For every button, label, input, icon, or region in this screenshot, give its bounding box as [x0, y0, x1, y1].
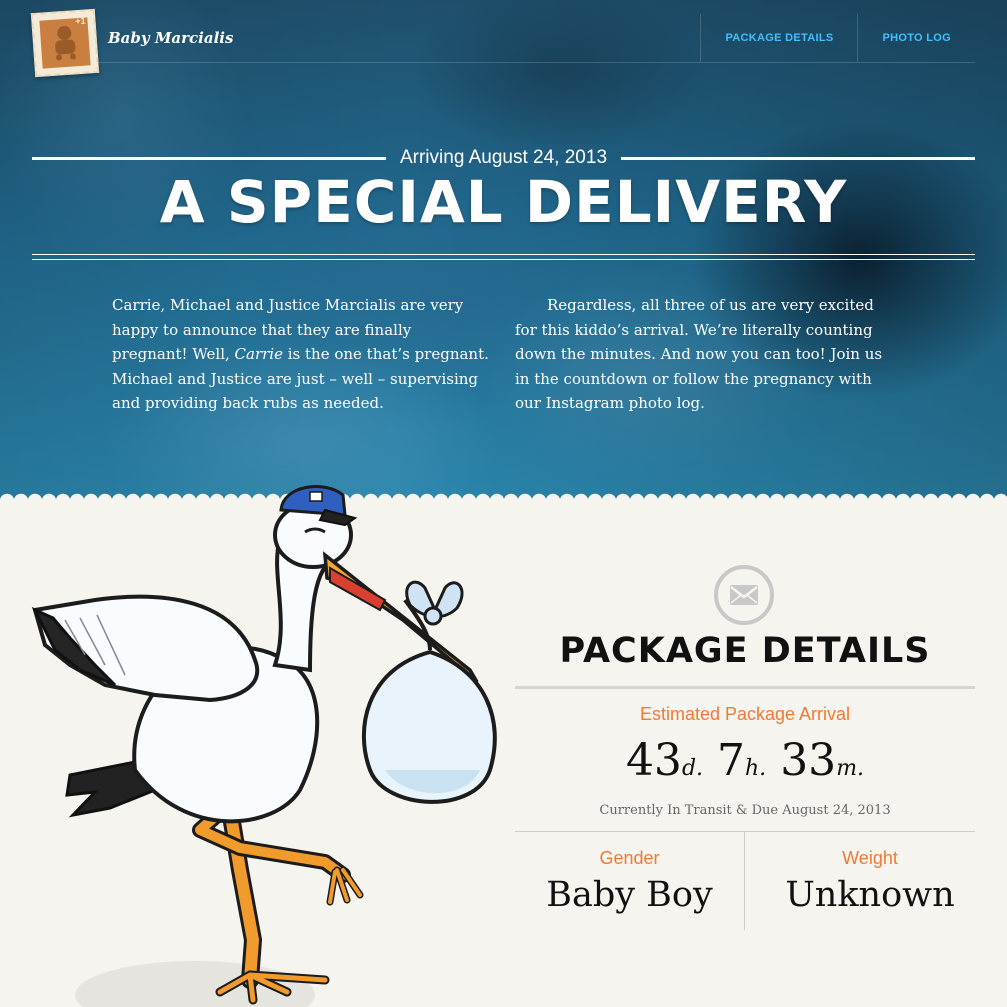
stork-illustration: [31, 485, 497, 1007]
page-title: A SPECIAL DELIVERY: [159, 168, 848, 236]
topbar-divider: [96, 62, 975, 63]
estimated-arrival-label: Estimated Package Arrival: [639, 704, 851, 724]
countdown-hours-unit: h.: [745, 756, 767, 781]
countdown-hours: 7: [717, 735, 746, 786]
brand-name[interactable]: Baby Marcialis: [108, 29, 233, 47]
gender-value: Baby Boy: [546, 875, 713, 915]
countdown-days-unit: d.: [681, 756, 704, 781]
envelope-icon: [714, 565, 774, 625]
weight-label: Weight: [842, 848, 898, 868]
stamp-badge: +1: [74, 15, 86, 27]
nav-photo-log[interactable]: PHOTO LOG: [857, 14, 975, 62]
weight-value: Unknown: [785, 875, 955, 915]
hero-section: [0, 0, 1007, 500]
intro-paragraph-2: Regardless, all three of us are very exc…: [515, 296, 883, 412]
baby-stamp-icon[interactable]: +1: [30, 8, 100, 78]
main-nav: PACKAGE DETAILS PHOTO LOG: [700, 14, 975, 62]
due-status-text: Currently In Transit & Due August 24, 20…: [599, 803, 891, 818]
details-divider: [515, 831, 975, 832]
countdown-minutes: 33: [780, 735, 837, 786]
countdown-minutes-unit: m.: [836, 756, 865, 781]
package-details-title: PACKAGE DETAILS: [559, 631, 931, 671]
countdown-days: 43: [625, 735, 682, 786]
arriving-rule-right: [621, 156, 975, 160]
arriving-date: Arriving August 24, 2013: [399, 147, 608, 168]
nav-package-details[interactable]: PACKAGE DETAILS: [700, 14, 857, 62]
top-bar: +1 Baby Marcialis PACKAGE DETAILS PHOTO …: [0, 0, 1007, 78]
title-double-rule: [32, 254, 975, 260]
countdown-timer: 43d. 7h. 33m.: [515, 735, 975, 786]
intro-emphasis: Carrie: [234, 345, 283, 363]
gender-label: Gender: [599, 848, 660, 868]
arriving-rule-left: [32, 156, 386, 160]
intro-paragraph-1: Carrie, Michael and Justice Marcialis ar…: [112, 293, 490, 416]
package-title-rule: [515, 686, 975, 689]
